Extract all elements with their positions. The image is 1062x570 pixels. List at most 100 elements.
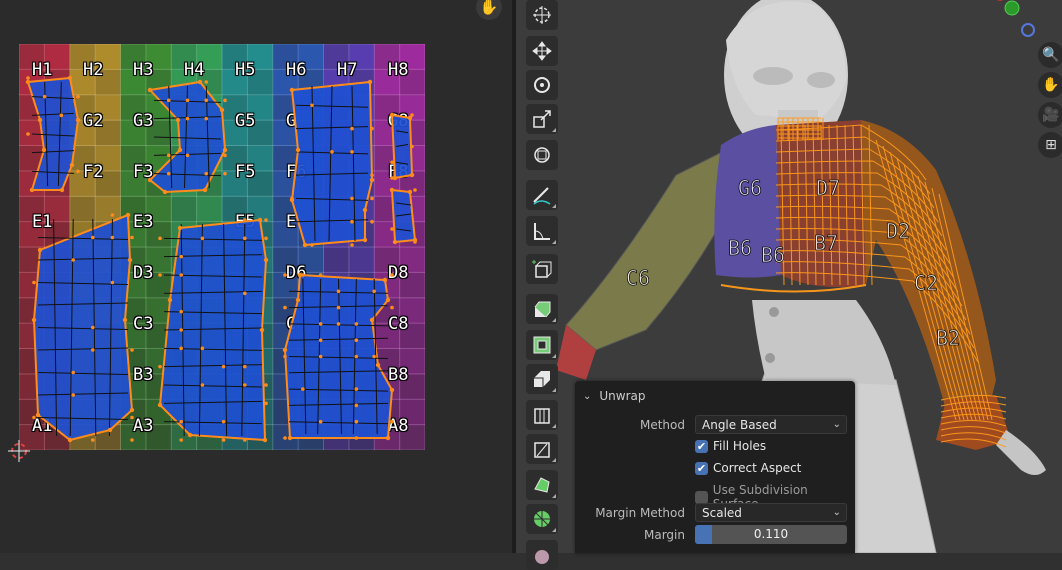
uv-vertex xyxy=(372,355,376,359)
ortho-grid-icon[interactable]: ⊞ xyxy=(1038,132,1062,158)
uv-island[interactable] xyxy=(390,113,414,180)
2d-cursor-icon[interactable] xyxy=(8,440,30,462)
spin-button[interactable] xyxy=(526,504,558,534)
checkbox-icon[interactable]: ✔ xyxy=(695,462,708,475)
uv-vertex xyxy=(243,237,247,241)
pan-hand-icon[interactable]: ✋ xyxy=(1038,72,1062,98)
uv-vertex xyxy=(179,420,183,424)
chevron-down-icon: ⌄ xyxy=(833,416,841,434)
uv-vertex xyxy=(390,420,394,424)
method-dropdown[interactable]: Angle Based ⌄ xyxy=(695,415,847,434)
texture-label: B2 xyxy=(936,326,960,350)
uv-vertex xyxy=(243,365,247,369)
uv-vertex xyxy=(370,127,374,131)
uv-vertex xyxy=(370,197,374,201)
uv-vertex xyxy=(71,371,75,375)
uv-island[interactable] xyxy=(148,80,227,194)
cursor-tool-button[interactable] xyxy=(526,0,558,30)
uv-island[interactable] xyxy=(158,218,268,442)
uv-vertex xyxy=(130,438,134,442)
uv-vertex xyxy=(264,237,268,241)
uv-vertex xyxy=(243,383,247,387)
submenu-indicator xyxy=(552,128,556,132)
uv-vertex xyxy=(350,220,354,224)
uv-vertex xyxy=(310,243,314,247)
uv-island[interactable] xyxy=(390,188,417,244)
bevel-button[interactable] xyxy=(526,364,558,394)
uv-vertex xyxy=(158,237,162,241)
uv-island[interactable] xyxy=(290,80,374,247)
cursor-tool-icon xyxy=(531,4,553,26)
uv-vertex xyxy=(91,236,95,240)
uv-vertex xyxy=(76,170,80,174)
margin-label: Margin xyxy=(644,528,685,542)
uv-vertex xyxy=(179,438,183,442)
checkbox-icon[interactable]: ✔ xyxy=(695,440,708,453)
zoom-icon[interactable]: 🔍 xyxy=(1038,42,1062,68)
navigation-gizmo[interactable] xyxy=(992,0,1062,40)
uv-vertex xyxy=(167,99,171,103)
scale-tool-button[interactable] xyxy=(526,104,558,134)
margin-slider[interactable]: 0.110 xyxy=(695,525,847,544)
uv-vertex xyxy=(319,338,323,342)
fill-holes-checkbox[interactable]: ✔ Fill Holes xyxy=(695,439,766,453)
transform-tool-button[interactable] xyxy=(526,140,558,170)
fill-holes-label: Fill Holes xyxy=(713,439,766,453)
add-cube-tool-button[interactable] xyxy=(526,254,558,284)
uv-vertex xyxy=(130,416,134,420)
smooth-button[interactable] xyxy=(526,540,558,570)
annotate-tool-button[interactable] xyxy=(526,180,558,210)
panel-header[interactable]: ⌄ Unwrap xyxy=(583,386,646,406)
uv-vertex xyxy=(71,258,75,262)
poly-build-button[interactable] xyxy=(526,470,558,500)
margin-method-dropdown[interactable]: Scaled ⌄ xyxy=(695,503,847,522)
uv-vertex xyxy=(179,347,183,351)
unwrap-operator-panel[interactable]: ⌄ Unwrap Method Angle Based ⌄ ✔ Fill Hol… xyxy=(575,381,855,553)
uv-vertex xyxy=(76,95,80,99)
move-tool-button[interactable] xyxy=(526,36,558,66)
submenu-indicator xyxy=(552,494,556,498)
button-dot xyxy=(765,353,775,363)
bevel-icon xyxy=(531,368,553,390)
uv-vertex xyxy=(355,338,359,342)
uv-vertex xyxy=(264,402,268,406)
uv-vertex xyxy=(158,365,162,369)
uv-vertex xyxy=(264,218,268,222)
uv-vertex xyxy=(167,172,171,176)
rotate-tool-button[interactable] xyxy=(526,70,558,100)
uv-vertex xyxy=(201,383,205,387)
margin-method-label: Margin Method xyxy=(595,506,685,520)
uv-island[interactable] xyxy=(26,76,80,192)
correct-aspect-checkbox[interactable]: ✔ Correct Aspect xyxy=(695,461,801,475)
extrude-region-button[interactable] xyxy=(526,294,558,324)
loop-cut-button[interactable] xyxy=(526,400,558,430)
uv-island[interactable] xyxy=(283,273,394,440)
texture-label: G6 xyxy=(738,176,762,200)
uv-vertex xyxy=(201,347,205,351)
uv-vertex xyxy=(283,306,287,310)
uv-vertex xyxy=(330,150,334,154)
measure-tool-button[interactable] xyxy=(526,216,558,246)
uv-vertex xyxy=(223,172,227,176)
uv-editor-area[interactable]: H1H2H3H4H5H6H7H8G2G3G5GG8F2F3F5F6F8E1E3E… xyxy=(0,0,512,553)
submenu-indicator xyxy=(552,424,556,428)
checkbox-icon[interactable] xyxy=(695,491,708,504)
chevron-down-icon[interactable]: ⌄ xyxy=(583,391,591,402)
uv-vertex xyxy=(60,114,64,118)
move-tool-icon xyxy=(531,40,553,62)
uv-vertex xyxy=(301,387,305,391)
uv-vertex xyxy=(410,145,414,149)
uv-vertex xyxy=(111,281,115,285)
uv-vertex xyxy=(179,255,183,259)
knife-button[interactable] xyxy=(526,434,558,464)
camera-view-icon[interactable]: 🎥 xyxy=(1038,102,1062,128)
uv-vertex xyxy=(91,326,95,330)
uv-island[interactable] xyxy=(32,213,134,442)
rotate-tool-icon xyxy=(531,74,553,96)
margin-method-row: Margin Method Scaled ⌄ xyxy=(575,503,855,523)
inset-faces-button[interactable] xyxy=(526,330,558,360)
uv-vertex xyxy=(283,355,287,359)
uv-vertex xyxy=(130,348,134,352)
uv-islands[interactable] xyxy=(0,0,512,553)
submenu-indicator xyxy=(552,388,556,392)
